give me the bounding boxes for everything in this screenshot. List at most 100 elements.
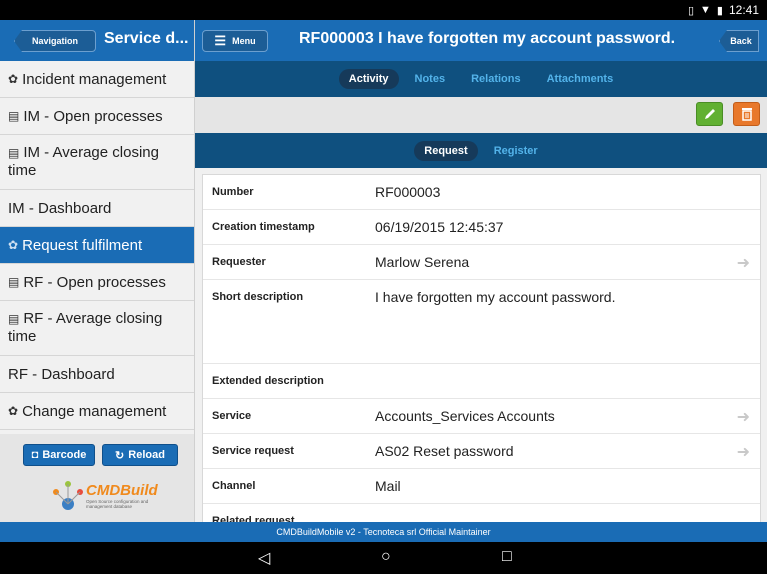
sidebar-item-label: IM - Dashboard: [8, 199, 112, 217]
sidebar-item-im-average-closing-time[interactable]: ▤ IM - Average closing time: [0, 135, 194, 190]
field-service-request[interactable]: Service request AS02 Reset password ➜: [203, 434, 760, 469]
sidebar-item-label: Request fulfilment: [22, 236, 143, 254]
form-content: Number RF000003 Creation timestamp 06/19…: [195, 168, 767, 522]
home-circle-icon[interactable]: ○: [381, 548, 391, 566]
page-title: RF000003 I have forgotten my account pas…: [299, 30, 676, 47]
sidebar-item-im-open-processes[interactable]: ▤ IM - Open processes: [0, 98, 194, 135]
status-time: 12:41: [728, 3, 759, 17]
pencil-icon: [704, 109, 715, 119]
recents-square-icon[interactable]: □: [502, 548, 512, 566]
arrow-right-icon[interactable]: ➜: [737, 253, 750, 273]
camera-icon: ◘: [31, 449, 39, 461]
back-triangle-icon[interactable]: ◁: [258, 548, 270, 568]
field-label: Creation timestamp: [212, 221, 315, 233]
field-requester[interactable]: Requester Marlow Serena ➜: [203, 245, 760, 280]
edit-button[interactable]: [696, 102, 723, 126]
battery-icon: ▮: [716, 4, 723, 17]
menu-button-label: Menu: [232, 36, 256, 46]
reload-button-label: Reload: [128, 449, 165, 461]
field-creation-timestamp: Creation timestamp 06/19/2015 12:45:37: [203, 210, 760, 245]
field-value: Marlow Serena: [375, 254, 470, 270]
app: Navigation Service d... ✿ Incident manag…: [0, 20, 767, 542]
sidebar-item-label: RF - Dashboard: [8, 365, 115, 383]
arrow-right-icon[interactable]: ➜: [737, 407, 750, 427]
trash-icon: [741, 108, 752, 121]
gear-icon: ✿: [8, 238, 19, 252]
sidebar-title: Service d...: [104, 30, 189, 47]
status-bar: ▯ ▼ ▮ 12:41: [0, 0, 767, 20]
wifi-icon: ▼: [700, 4, 711, 16]
field-label: Extended description: [212, 375, 324, 387]
field-label: Service: [212, 410, 252, 422]
sidebar-item-incident-management[interactable]: ✿ Incident management: [0, 61, 194, 98]
field-value: Accounts_Services Accounts: [375, 408, 555, 424]
sidebar-item-rf-average-closing-time[interactable]: ▤ RF - Average closing time: [0, 301, 194, 356]
tab-attachments[interactable]: Attachments: [537, 69, 624, 89]
hamburger-icon: ☰: [214, 33, 227, 48]
system-nav-bar: ◁ ○ □: [0, 542, 767, 574]
sidebar-item-im-dashboard[interactable]: IM - Dashboard: [0, 190, 194, 227]
field-extended-description: Extended description: [203, 364, 760, 399]
barcode-button[interactable]: ◘ Barcode: [23, 444, 95, 466]
subtab-register[interactable]: Register: [484, 141, 548, 161]
sidebar-item-label: Change management: [22, 402, 167, 420]
arrow-right-icon[interactable]: ➜: [737, 442, 750, 462]
footer-bar: CMDBuildMobile v2 - Tecnoteca srl Offici…: [0, 522, 767, 542]
sidebar-item-label: IM - Average closing time: [8, 144, 159, 179]
menu-button[interactable]: ☰ Menu: [202, 30, 268, 52]
cmdbuild-logo: CMDBuild Open Source configuration and m…: [50, 478, 158, 514]
field-label: Requester: [212, 256, 266, 268]
reload-icon: ↻: [115, 449, 125, 462]
sidebar-item-label: RF - Open processes: [23, 273, 166, 291]
field-label: Number: [212, 186, 254, 198]
vibrate-icon: ▯: [687, 4, 695, 17]
field-card: Number RF000003 Creation timestamp 06/19…: [202, 174, 761, 522]
field-label: Short description: [212, 291, 304, 303]
card-icon: ▤: [8, 109, 20, 123]
back-button[interactable]: Back: [719, 30, 759, 52]
tab-notes[interactable]: Notes: [405, 69, 456, 89]
sidebar-item-request-fulfilment[interactable]: ✿ Request fulfilment: [0, 227, 194, 264]
action-toolbar: [195, 97, 767, 133]
logo-subtext: Open Source configuration and management…: [86, 499, 149, 509]
field-value: [369, 364, 760, 398]
sidebar: Navigation Service d... ✿ Incident manag…: [0, 20, 195, 522]
field-value: [369, 504, 760, 522]
field-value: AS02 Reset password: [375, 443, 514, 459]
sidebar-item-label: IM - Open processes: [23, 107, 163, 125]
field-label: Channel: [212, 480, 256, 492]
gear-icon: ✿: [8, 72, 19, 86]
card-icon: ▤: [8, 275, 20, 289]
field-label: Related request: [212, 515, 295, 522]
gear-icon: ✿: [8, 404, 19, 418]
sidebar-item-change-management[interactable]: ✿ Change management: [0, 393, 194, 430]
field-value: I have forgotten my account password.: [375, 289, 616, 305]
delete-button[interactable]: [733, 102, 760, 126]
field-related-request: Related request: [203, 504, 760, 522]
card-icon: ▤: [8, 312, 20, 326]
field-value: RF000003: [375, 184, 441, 200]
header: ☰ Menu RF000003 I have forgotten my acco…: [195, 20, 767, 61]
logo-text: CMDBuild: [86, 482, 158, 499]
sidebar-footer: ◘ Barcode ↻ Reload CMDBuild Open Source …: [0, 434, 194, 522]
sidebar-item-label: Incident management: [22, 70, 167, 88]
subtab-request[interactable]: Request: [414, 140, 478, 161]
reload-button[interactable]: ↻ Reload: [102, 444, 178, 466]
field-number: Number RF000003: [203, 175, 760, 210]
logo-graphic-icon: [53, 481, 83, 510]
subtab-bar: Request Register: [195, 133, 767, 168]
sidebar-item-rf-open-processes[interactable]: ▤ RF - Open processes: [0, 264, 194, 301]
field-value: Mail: [375, 478, 401, 494]
card-icon: ▤: [8, 146, 20, 160]
field-value: 06/19/2015 12:45:37: [375, 219, 504, 235]
navigation-button[interactable]: Navigation: [14, 30, 96, 52]
field-service[interactable]: Service Accounts_Services Accounts ➜: [203, 399, 760, 434]
tab-relations[interactable]: Relations: [461, 69, 531, 89]
field-label: Service request: [212, 445, 294, 457]
tab-activity[interactable]: Activity: [338, 69, 399, 89]
tab-bar: Activity Notes Relations Attachments: [195, 61, 767, 97]
barcode-button-label: Barcode: [42, 449, 87, 461]
main-panel: ☰ Menu RF000003 I have forgotten my acco…: [195, 20, 767, 522]
field-channel: Channel Mail: [203, 469, 760, 504]
sidebar-item-rf-dashboard[interactable]: RF - Dashboard: [0, 356, 194, 393]
